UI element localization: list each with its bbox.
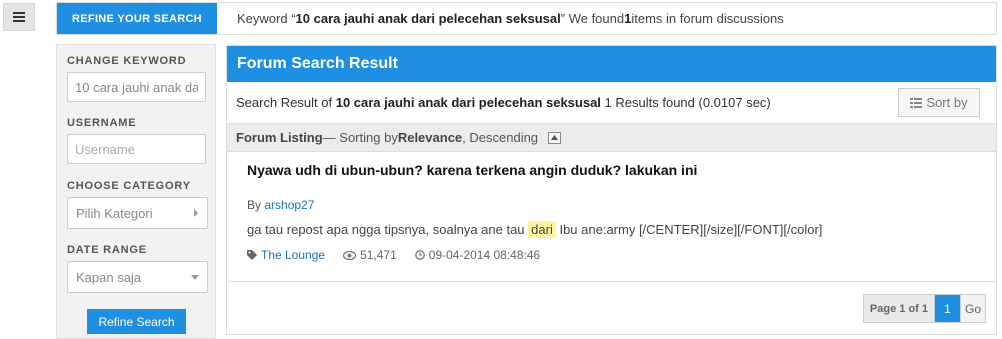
keyword-input[interactable] xyxy=(67,72,206,102)
tag-icon xyxy=(247,250,257,260)
keyword-prefix: Keyword “ xyxy=(237,11,296,26)
refine-sidebar: CHANGE KEYWORD USERNAME CHOOSE CATEGORY … xyxy=(56,44,216,339)
clock-icon xyxy=(414,250,425,260)
date-range-value: Kapan saja xyxy=(76,269,142,285)
snippet-before: ga tau repost apa ngga tipsnya, soalnya … xyxy=(247,222,529,237)
listing-sorting-text: — Sorting by xyxy=(322,130,398,145)
category-label: CHOOSE CATEGORY xyxy=(67,180,191,192)
count-suffix: items in forum discussions xyxy=(631,11,784,26)
eye-icon xyxy=(343,250,357,260)
author-link[interactable]: arshop27 xyxy=(264,198,314,212)
forum-link[interactable]: The Lounge xyxy=(261,248,325,262)
thread-author: By arshop27 xyxy=(247,198,314,212)
snippet-after: Ibu ane:army [/CENTER][/size][/FONT][/co… xyxy=(555,222,823,237)
panel-title: Forum Search Result xyxy=(227,46,996,82)
username-input[interactable] xyxy=(67,134,206,164)
change-keyword-label: CHANGE KEYWORD xyxy=(67,55,187,67)
thread-snippet: ga tau repost apa ngga tipsnya, soalnya … xyxy=(247,221,823,238)
by-label: By xyxy=(247,198,265,212)
hamburger-icon xyxy=(13,12,25,22)
sort-by-button[interactable]: Sort by xyxy=(898,88,980,117)
view-count: 51,471 xyxy=(360,248,397,262)
thread-meta: The Lounge 51,471 09-04-2014 08:48:46 xyxy=(247,248,540,262)
forum-results-panel: Forum Search Result Search Result of 10 … xyxy=(226,45,997,335)
refine-search-button[interactable]: Refine Search xyxy=(87,309,186,334)
menu-button[interactable] xyxy=(3,3,35,31)
page-info: Page 1 of 1 xyxy=(863,295,935,322)
listing-sort-field: Relevance xyxy=(397,130,463,145)
keyword-text: 10 cara jauhi anak dari pelecehan seksus… xyxy=(295,11,561,26)
date-range-label: DATE RANGE xyxy=(67,244,147,256)
chevron-up-icon xyxy=(551,135,559,140)
category-select[interactable]: Pilih Kategori xyxy=(67,197,208,229)
keyword-suffix: ” We found xyxy=(560,11,625,26)
collapse-toggle[interactable] xyxy=(548,131,562,144)
keyword-summary: Keyword “10 cara jauhi anak dari peleceh… xyxy=(237,3,784,34)
listing-title: Forum Listing xyxy=(236,130,323,145)
go-button[interactable]: Go xyxy=(960,295,985,322)
refine-your-search-tab[interactable]: REFINE YOUR SEARCH xyxy=(57,3,217,34)
list-icon xyxy=(910,97,923,108)
date-range-select[interactable]: Kapan saja xyxy=(67,261,208,293)
result-summary: Search Result of 10 cara jauhi anak dari… xyxy=(236,95,771,110)
summary-keyword: 10 cara jauhi anak dari pelecehan seksus… xyxy=(335,95,601,110)
username-label: USERNAME xyxy=(67,117,137,129)
listing-sort-direction: , Descending xyxy=(462,130,539,145)
category-value: Pilih Kategori xyxy=(76,205,153,221)
page-1-button[interactable]: 1 xyxy=(935,295,960,322)
search-summary-bar: REFINE YOUR SEARCH Keyword “10 cara jauh… xyxy=(56,2,997,35)
result-count: 1 xyxy=(624,11,632,26)
listing-bar: Forum Listing — Sorting by Relevance, De… xyxy=(227,123,996,152)
thread-title-link[interactable]: Nyawa udh di ubun-ubun? karena terkena a… xyxy=(247,162,717,179)
pagination: Page 1 of 1 1 Go xyxy=(862,294,986,323)
snippet-highlight: dari xyxy=(528,221,556,238)
chevron-right-icon xyxy=(194,209,198,217)
chevron-down-icon xyxy=(191,274,199,280)
thread-result: Nyawa udh di ubun-ubun? karena terkena a… xyxy=(227,152,996,282)
summary-suffix: 1 Results found (0.0107 sec) xyxy=(600,95,771,110)
thread-date: 09-04-2014 08:48:46 xyxy=(428,248,541,262)
summary-prefix: Search Result of xyxy=(236,95,336,110)
sort-label: Sort by xyxy=(926,95,968,110)
